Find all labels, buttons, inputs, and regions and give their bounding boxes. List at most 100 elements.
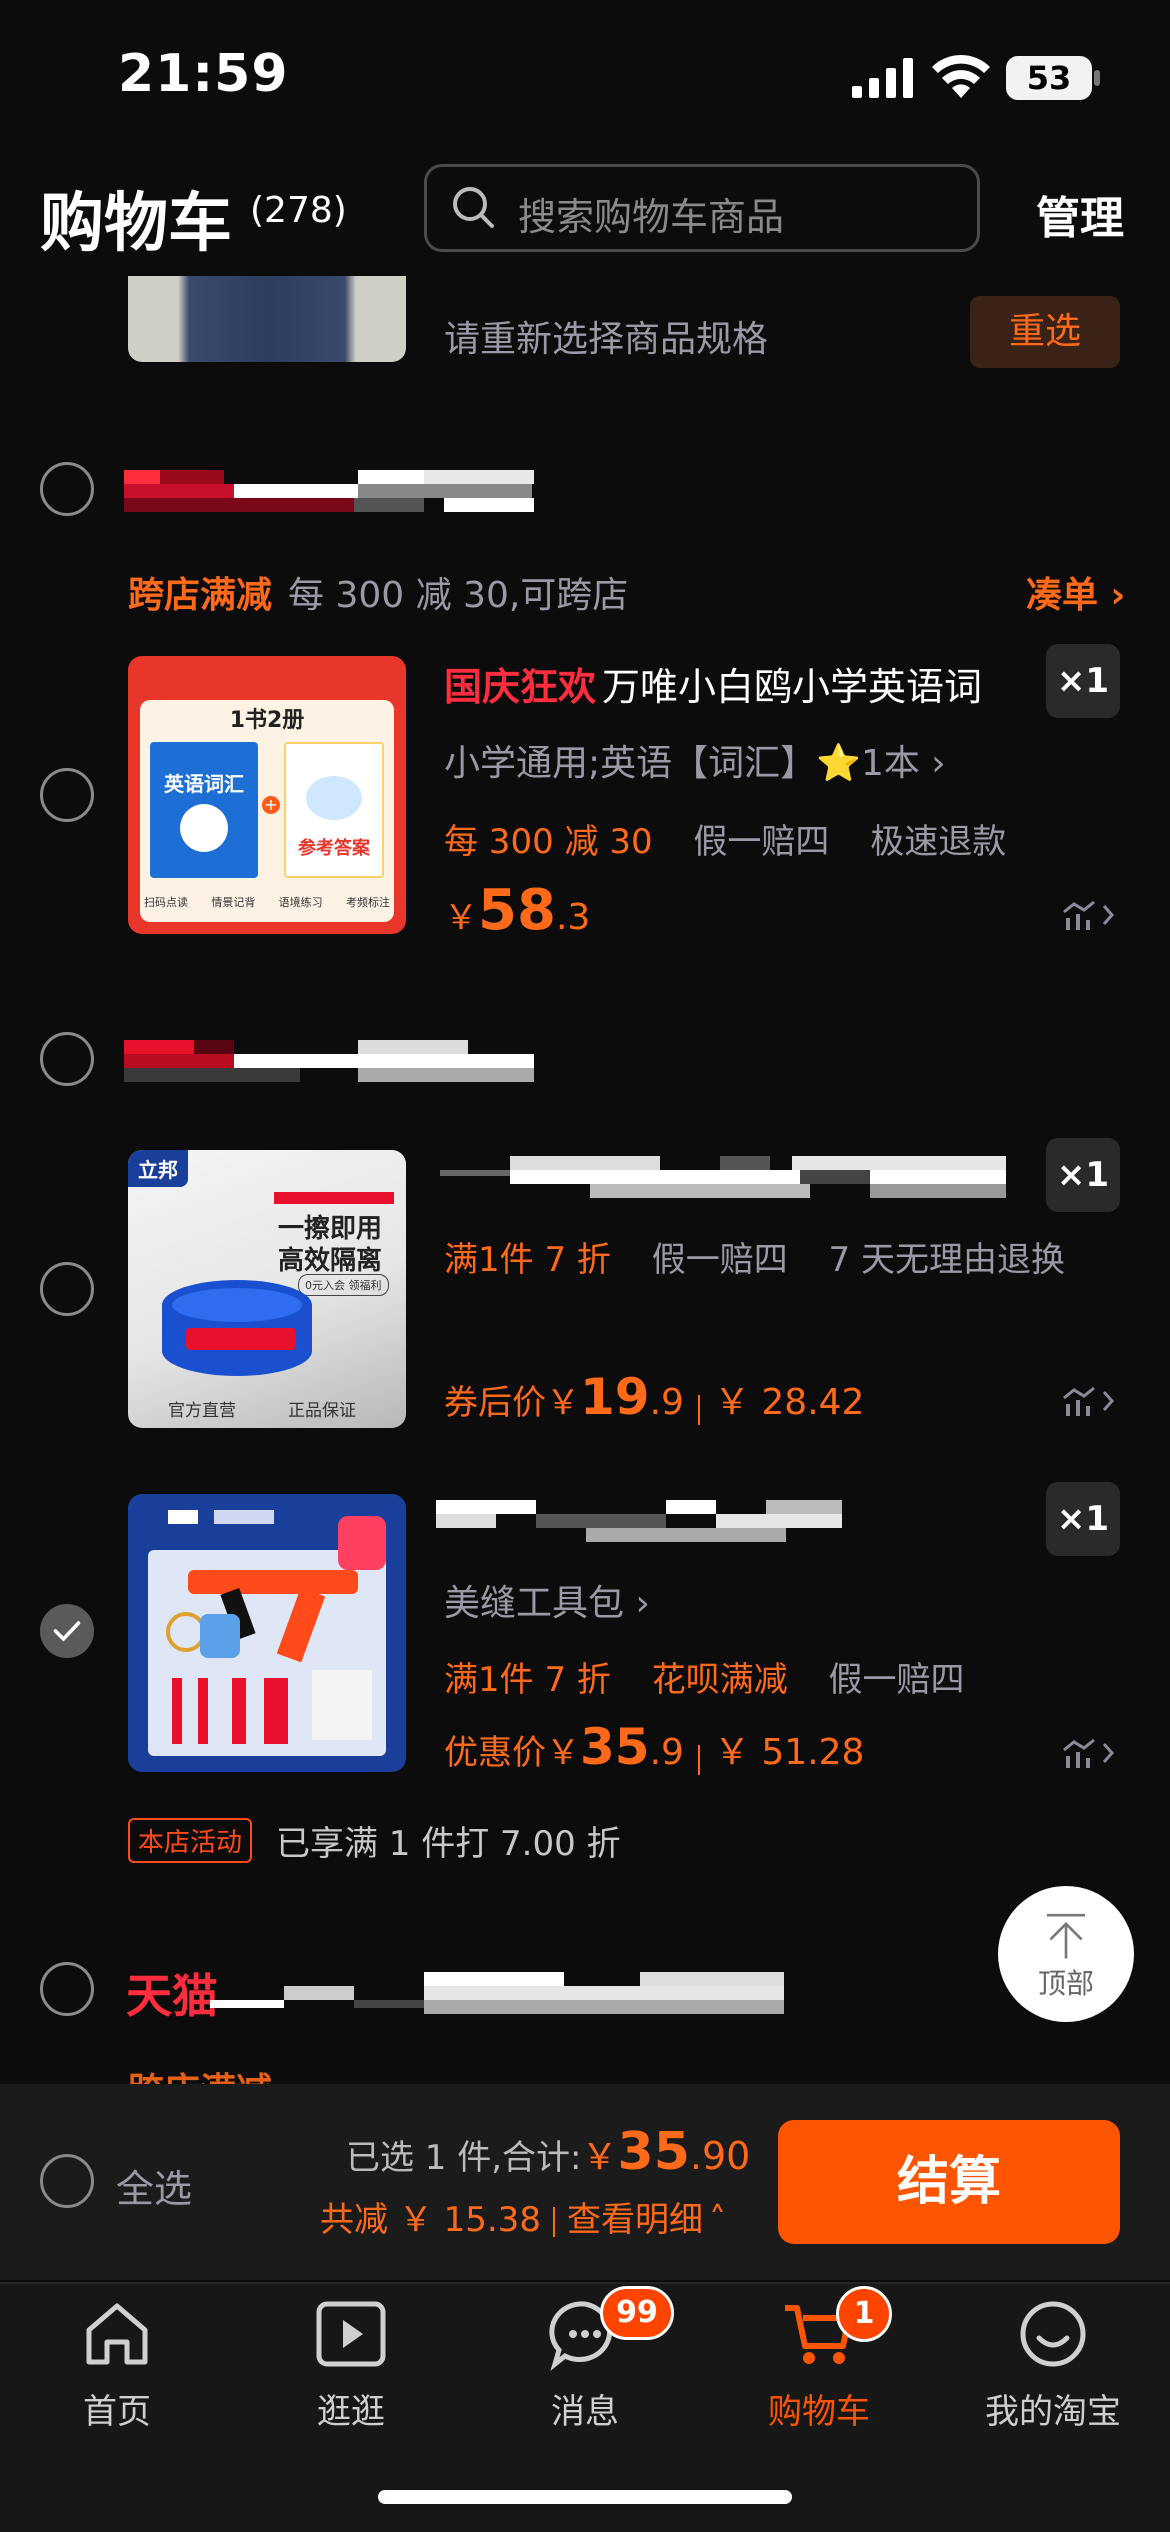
profile-icon [1020,2301,1086,2367]
checkmark-icon [53,1621,81,1642]
item-title-redacted[interactable] [440,1156,1006,1198]
store-select-checkbox[interactable] [40,462,94,516]
back-to-top-button[interactable]: 顶部 [998,1886,1134,2022]
thumb-footer-4: 考频标注 [345,896,390,909]
chevron-right-icon: › [624,1583,650,1624]
selected-text: 已选 1 件,合计: [346,2138,582,2178]
store-name-redacted[interactable] [124,1040,534,1082]
item-spec[interactable]: 美缝工具包 › [444,1574,650,1626]
tab-messages-label: 消息 [551,2392,619,2432]
tab-profile[interactable]: 我的淘宝 [936,2296,1170,2433]
reselect-label: 重选 [1008,311,1081,352]
tab-cart[interactable]: 购物车 [702,2296,936,2433]
store-name-redacted[interactable] [210,1972,784,2014]
cart-count: (278) [250,190,347,231]
back-to-top-label: 顶部 [1037,1967,1094,2000]
battery-indicator: 53 [1006,56,1092,100]
tag-return: 7 天无理由退换 [828,1240,1065,1280]
thumb-badge: 0元入会 领福利 [298,1274,389,1296]
item-tags: 满1件 7 折 花呗满减 假一赔四 [444,1652,965,1701]
price-trend-icon[interactable] [1062,1384,1118,1418]
item-image-english-vocab[interactable]: 1书2册 英语词汇 + 参考答案 扫码点读 情景记背 语境练习 考频标注 [128,656,406,934]
discount-divider [552,2206,555,2237]
price-divider [697,1744,700,1775]
reselect-button[interactable]: 重选 [970,296,1120,368]
page-title: 购物车 [40,187,232,261]
item-spec-text: 美缝工具包 [444,1583,625,1624]
chevron-up-icon: ˄ [708,2200,726,2240]
thumb-footer-2: 情景记背 [211,896,256,909]
tag-refund: 极速退款 [870,822,1007,862]
item-price: 券后价￥19.9 ￥ 28.42 [444,1368,864,1426]
store-activity-tag: 本店活动 [128,1818,253,1863]
tab-discover-label: 逛逛 [317,2392,385,2432]
price-decimal: .9 [649,1382,684,1423]
tmall-brand: 天猫 [126,1969,218,2023]
store-activity-desc: 已享满 1 件打 7.00 折 [276,1824,621,1864]
thumb-footer-2: 正品保证 [288,1401,356,1421]
tag-guarantee: 假一赔四 [828,1660,965,1700]
promo-link[interactable]: 凑单 › [1026,566,1125,618]
price-label: 优惠价 [444,1733,546,1773]
price-decimal: .3 [555,897,591,938]
discount-summary[interactable]: 共减 ￥ 15.38 查看明细 ˄ [320,2192,726,2241]
select-all-label[interactable]: 全选 [116,2158,192,2213]
total-decimal: .90 [689,2134,751,2178]
thumb-footer-3: 语境练习 [278,896,323,909]
thumb-top-label: 1书2册 [229,708,305,733]
price-trend-icon[interactable] [1062,1736,1118,1770]
video-icon [316,2301,386,2367]
store-select-checkbox[interactable] [40,1032,94,1086]
manage-button[interactable]: 管理 [1036,182,1124,246]
tag-huabei: 花呗满减 [651,1660,788,1700]
tag-discount: 满1件 7 折 [444,1240,611,1280]
price-integer: 19 [580,1368,650,1426]
original-price: ￥ 51.28 [713,1732,865,1773]
price-decimal: .9 [649,1732,684,1773]
tab-discover[interactable]: 逛逛 [234,2296,468,2433]
store-name-redacted[interactable] [124,470,534,512]
item-image-caulking-tool-kit[interactable] [128,1494,406,1772]
item-title-redacted[interactable] [436,1500,842,1542]
store-select-checkbox[interactable] [40,1962,94,2016]
item-spec-text: 小学通用;英语【词汇】⭐1本 [444,743,920,784]
item-select-checkbox-checked[interactable] [40,1604,94,1658]
price-trend-icon[interactable] [1062,898,1118,932]
item-title[interactable]: 国庆狂欢 万唯小白鸥小学英语词 [444,656,982,711]
quantity-badge[interactable]: ×1 [1046,1138,1120,1212]
partial-item-image[interactable] [128,276,406,362]
quantity-badge[interactable]: ×1 [1046,1482,1120,1556]
promo-tag-partial: 跨店满减 [128,2064,1068,2084]
total-integer: 35 [617,2122,690,2182]
thumb-headline-2: 高效隔离 [278,1246,383,1276]
checkout-button-label: 结算 [896,2152,1001,2212]
search-placeholder: 搜索购物车商品 [518,195,785,239]
thumb-footer-1: 扫码点读 [144,896,188,909]
price-divider [697,1394,700,1425]
item-price: 优惠价￥35.9 ￥ 51.28 [444,1718,864,1776]
item-price: ￥58.3 [444,878,590,943]
select-all-checkbox[interactable] [40,2154,94,2208]
tab-cart-label: 购物车 [768,2392,870,2432]
original-price: ￥ 28.42 [713,1382,865,1423]
price-symbol: ￥ [444,898,478,938]
promo-tag-partial-text: 跨店满减 [128,2071,272,2084]
thumb-footer-1: 官方直营 [168,1401,236,1421]
status-time: 21:59 [118,44,289,104]
item-select-checkbox[interactable] [40,768,94,822]
festival-highlight: 国庆狂欢 [444,665,597,709]
checkout-button[interactable]: 结算 [778,2120,1120,2244]
item-select-checkbox[interactable] [40,1262,94,1316]
discount-text: 共减 ￥ 15.38 [320,2200,541,2240]
item-spec[interactable]: 小学通用;英语【词汇】⭐1本 › [444,734,946,786]
tab-home[interactable]: 首页 [0,2296,234,2433]
thumb-left-title: 英语词汇 [164,772,244,796]
quantity-badge[interactable]: ×1 [1046,644,1120,718]
thumb-right-title: 参考答案 [298,838,370,859]
thumb-brand: 立邦 [128,1150,188,1187]
item-image-nippon-cleaner[interactable]: 立邦 一擦即用 高效隔离 0元入会 领福利 官方直营 正品保证 [128,1150,406,1428]
price-symbol: ￥ [546,1733,580,1773]
promo-link-label: 凑单 [1026,575,1099,616]
cart-badge: 1 [836,2286,892,2342]
home-indicator [378,2490,792,2504]
